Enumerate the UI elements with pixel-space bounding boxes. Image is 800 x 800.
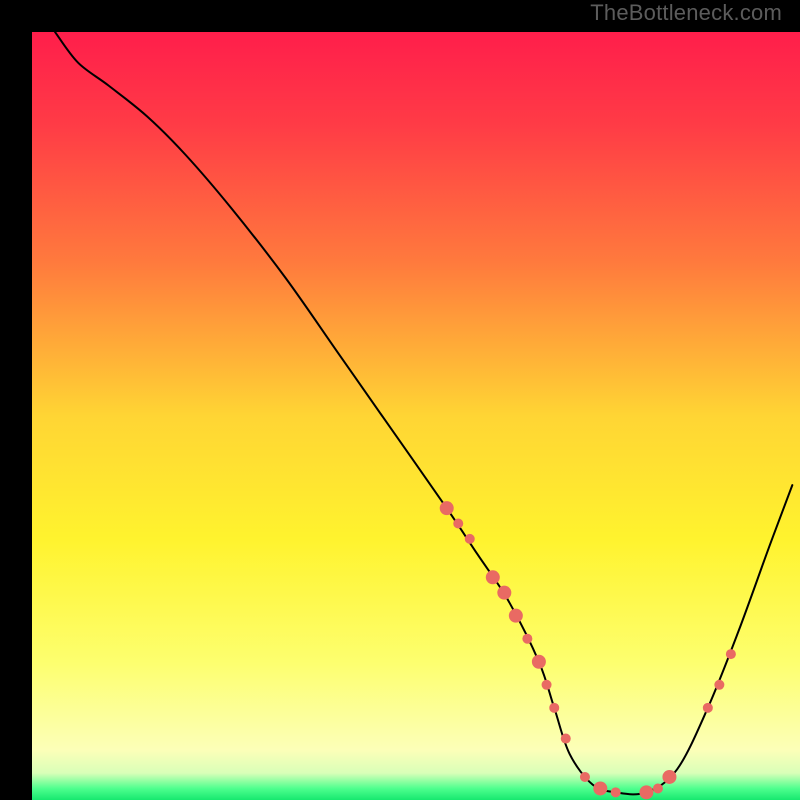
curve-marker [561,734,571,744]
curve-marker [653,783,663,793]
curve-marker [486,570,500,584]
curve-marker [611,787,621,797]
curve-marker [440,501,454,515]
curve-marker [580,772,590,782]
curve-marker [593,781,607,795]
curve-marker [714,680,724,690]
curve-marker [453,519,463,529]
curve-marker [549,703,559,713]
bottleneck-chart [32,32,800,800]
watermark-text: TheBottleneck.com [590,0,782,26]
curve-marker [703,703,713,713]
chart-frame [16,16,784,784]
curve-marker [532,655,546,669]
curve-marker [509,609,523,623]
curve-marker [465,534,475,544]
curve-marker [522,634,532,644]
gradient-background [32,32,800,800]
curve-marker [639,785,653,799]
curve-marker [497,586,511,600]
curve-marker [726,649,736,659]
curve-marker [542,680,552,690]
curve-marker [662,770,676,784]
